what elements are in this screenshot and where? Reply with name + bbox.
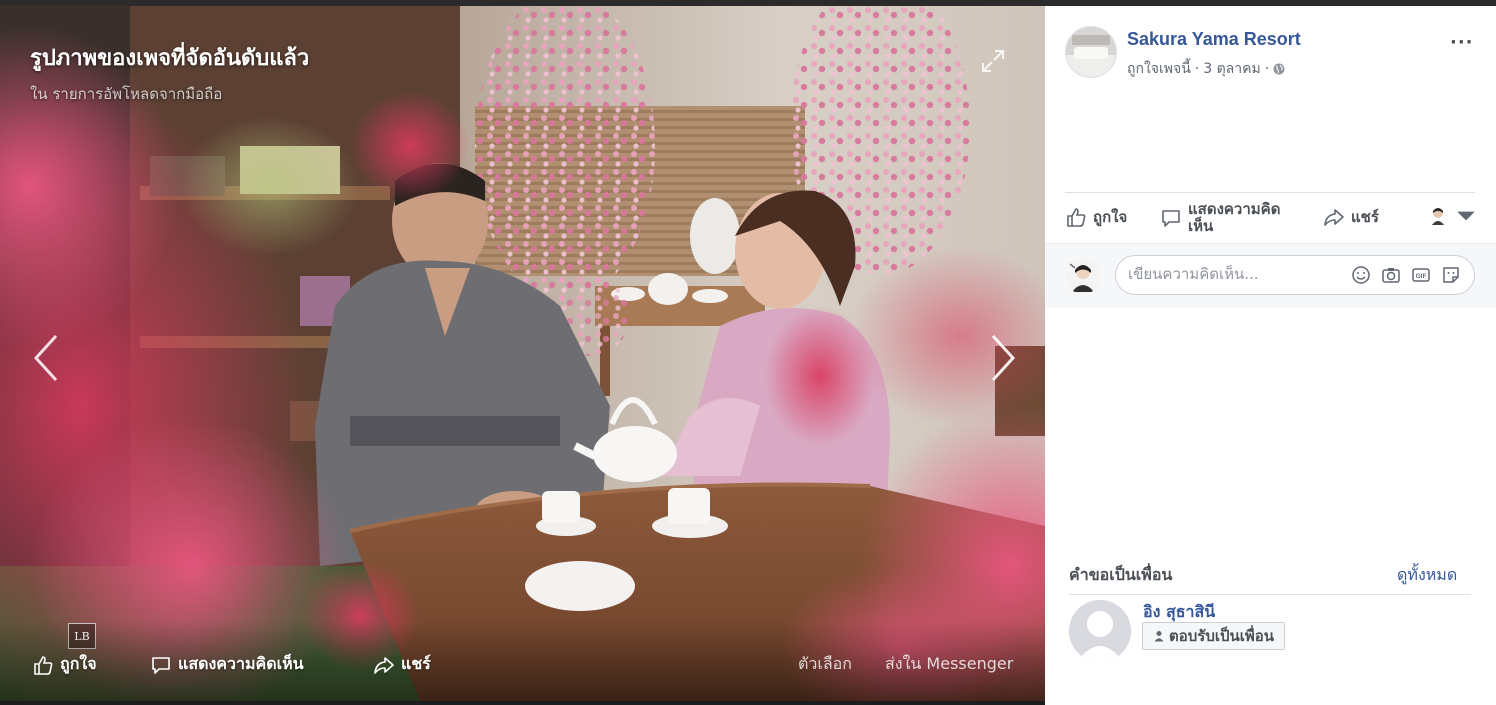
post-date[interactable]: 3 ตุลาคม (1203, 58, 1260, 80)
comment-icon (152, 656, 170, 674)
add-friend-icon (1154, 631, 1164, 642)
next-photo-icon[interactable] (983, 328, 1023, 388)
expand-icon[interactable] (980, 48, 1006, 74)
send-in-messenger-link[interactable]: ส่งใน Messenger (885, 652, 1013, 677)
viewer-comment-label: แสดงความคิดเห็น (178, 654, 304, 673)
post-side-panel: Sakura Yama Resort ถูกใจเพจนี้ · 3 ตุลาค… (1045, 6, 1496, 705)
globe-icon[interactable] (1273, 63, 1285, 75)
album-title[interactable]: รูปภาพของเพจที่จัดอันดับแล้ว (30, 40, 309, 75)
album-subtitle[interactable]: ใน รายการอัพโหลดจากมือถือ (30, 82, 222, 106)
meta-separator: · (1264, 61, 1270, 77)
comment-input[interactable] (1128, 265, 1338, 283)
viewer-like-button[interactable]: ถูกใจ (32, 652, 97, 677)
viewer-share-button[interactable]: แชร์ (373, 652, 431, 677)
photo-viewer: รูปภาพของเพจที่จัดอันดับแล้ว ใน รายการอั… (0, 6, 1045, 701)
friend-requests-title: คำขอเป็นเพื่อน (1069, 565, 1173, 584)
comment-button[interactable]: แสดงความคิดเห็น (1160, 201, 1288, 235)
user-avatar-icon (1432, 208, 1444, 225)
post-action-bar: ถูกใจ แสดงความคิดเห็น แชร์ (1065, 192, 1475, 241)
more-options-icon[interactable]: ··· (1450, 32, 1474, 53)
comment-icon (1162, 210, 1180, 227)
camera-icon[interactable] (1381, 265, 1401, 285)
thumbs-up-icon (34, 655, 53, 675)
previous-photo-icon[interactable] (26, 328, 66, 388)
divider (1069, 594, 1471, 595)
emoji-icon[interactable] (1351, 265, 1371, 285)
like-page-link[interactable]: ถูกใจเพจนี้ (1127, 58, 1191, 80)
share-icon (1324, 209, 1344, 226)
thumbs-up-icon (1067, 208, 1086, 227)
accept-friend-label: ตอบรับเป็นเพื่อน (1169, 627, 1275, 645)
viewer-comment-button[interactable]: แสดงความคิดเห็น (150, 652, 304, 677)
post-as-selector[interactable] (1427, 205, 1477, 227)
comment-composer: GIF (1045, 243, 1496, 308)
photo (0, 6, 1045, 701)
my-avatar-image (1065, 258, 1101, 294)
post-meta: ถูกใจเพจนี้ · 3 ตุลาคม · (1127, 58, 1285, 80)
my-avatar (1065, 258, 1101, 294)
page-name-link[interactable]: Sakura Yama Resort (1127, 29, 1301, 50)
gif-icon[interactable]: GIF (1411, 265, 1431, 285)
page-avatar[interactable] (1065, 26, 1117, 78)
sticker-icon[interactable] (1441, 265, 1461, 285)
like-label: ถูกใจ (1093, 208, 1128, 226)
viewer-options-link[interactable]: ตัวเลือก (798, 652, 852, 677)
share-button[interactable]: แชร์ (1323, 205, 1379, 229)
caret-down-icon (1457, 211, 1475, 221)
like-button[interactable]: ถูกใจ (1065, 205, 1127, 229)
accept-friend-button[interactable]: ตอบรับเป็นเพื่อน (1142, 622, 1286, 650)
share-label: แชร์ (1351, 208, 1379, 226)
page-avatar-image (1066, 27, 1116, 77)
default-profile-icon (1069, 600, 1131, 662)
see-all-link[interactable]: ดูทั้งหมด (1397, 563, 1457, 588)
meta-separator: · (1194, 61, 1200, 77)
viewer-like-label: ถูกใจ (60, 654, 97, 673)
comment-label: แสดงความคิดเห็น (1188, 200, 1281, 235)
friend-request-avatar[interactable] (1069, 600, 1131, 662)
svg-text:GIF: GIF (1416, 273, 1427, 280)
viewer-share-label: แชร์ (401, 654, 431, 673)
share-icon (374, 656, 394, 674)
comment-box: GIF (1115, 255, 1475, 295)
